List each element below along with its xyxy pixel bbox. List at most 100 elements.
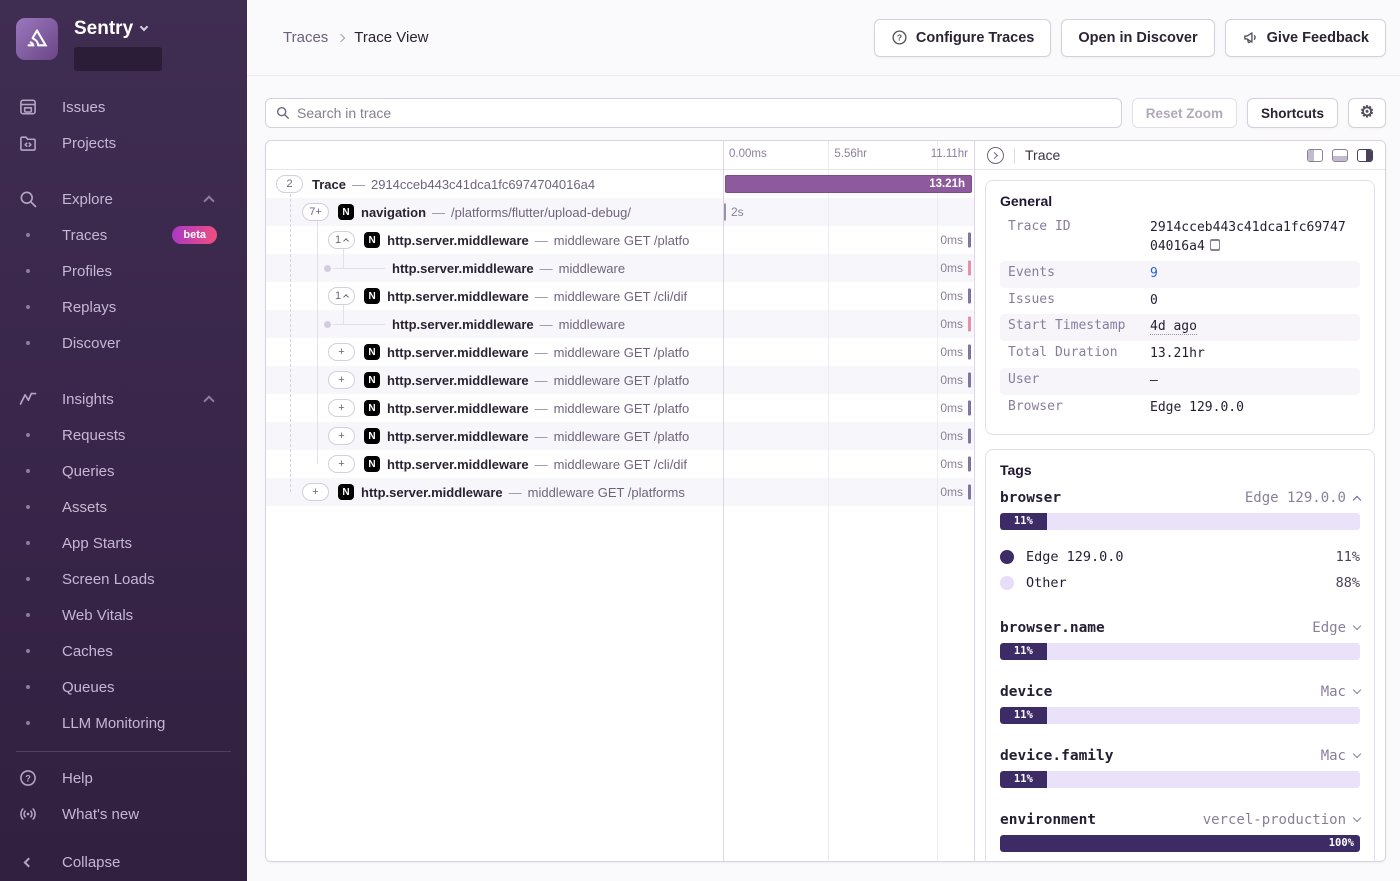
sidebar-group-explore[interactable]: Explore: [0, 181, 247, 217]
tag-distribution-bar[interactable]: 11%: [1000, 771, 1360, 788]
span-row[interactable]: 2Trace—2914cceb443c41dca1fc6974704016a41…: [266, 170, 974, 198]
shortcuts-button[interactable]: Shortcuts: [1247, 98, 1338, 128]
bullet-icon: [16, 685, 40, 689]
span-row[interactable]: 7+Nnavigation—/platforms/flutter/upload-…: [266, 198, 974, 226]
layout-bottom-icon[interactable]: [1332, 149, 1348, 162]
sidebar-item-issues[interactable]: Issues: [0, 89, 247, 125]
sidebar-item-requests[interactable]: Requests: [0, 417, 247, 453]
chevron-down-icon: [1353, 686, 1361, 694]
header-button-open-in-discover[interactable]: Open in Discover: [1061, 19, 1214, 57]
header-button-configure-traces[interactable]: ?Configure Traces: [874, 19, 1051, 57]
whats-new-icon: [16, 804, 40, 824]
sidebar-item-help[interactable]: ?Help: [0, 760, 247, 796]
span-expand-pill[interactable]: 1: [328, 231, 355, 249]
sidebar-item-queries[interactable]: Queries: [0, 453, 247, 489]
sidebar-item-screen-loads[interactable]: Screen Loads: [0, 561, 247, 597]
span-row[interactable]: +Nhttp.server.middleware—middleware GET …: [266, 338, 974, 366]
span-row[interactable]: +Nhttp.server.middleware—middleware GET …: [266, 422, 974, 450]
nextjs-icon: N: [364, 344, 380, 360]
span-row[interactable]: http.server.middleware—middleware0ms: [266, 310, 974, 338]
tag-value-dropdown[interactable]: Edge: [1312, 620, 1360, 636]
sidebar-item-web-vitals[interactable]: Web Vitals: [0, 597, 247, 633]
legend-row[interactable]: Other88%: [1000, 570, 1360, 596]
sidebar-item-llm-monitoring[interactable]: LLM Monitoring: [0, 705, 247, 741]
nextjs-icon: N: [364, 456, 380, 472]
span-description: middleware GET /cli/dif: [554, 457, 687, 472]
span-row[interactable]: +Nhttp.server.middleware—middleware GET …: [266, 366, 974, 394]
layout-left-icon[interactable]: [1307, 149, 1323, 162]
sidebar-item-app-starts[interactable]: App Starts: [0, 525, 247, 561]
sentry-logo-icon[interactable]: [16, 18, 58, 60]
general-row: Issues0: [1000, 288, 1360, 315]
span-start-tick: [724, 204, 726, 221]
sidebar-collapse-button[interactable]: Collapse: [0, 844, 247, 880]
tag-distribution-bar[interactable]: 100%: [1000, 835, 1360, 852]
tag-distribution-bar[interactable]: 11%: [1000, 643, 1360, 660]
tag-distribution-bar[interactable]: 11%: [1000, 707, 1360, 724]
span-op: navigation: [361, 205, 426, 220]
span-row[interactable]: +Nhttp.server.middleware—middleware GET …: [266, 450, 974, 478]
org-switcher[interactable]: Sentry: [74, 18, 162, 40]
details-title: Trace: [1025, 147, 1060, 163]
copy-icon[interactable]: [1210, 239, 1220, 251]
span-expand-pill[interactable]: 7+: [302, 203, 329, 221]
layout-right-icon[interactable]: [1357, 149, 1373, 162]
tag-value-dropdown[interactable]: Edge 129.0.0: [1245, 490, 1360, 506]
sidebar-item-caches[interactable]: Caches: [0, 633, 247, 669]
span-expand-pill[interactable]: 1: [328, 287, 355, 305]
span-description: /platforms/flutter/upload-debug/: [451, 205, 631, 220]
sidebar-item-what-s-new[interactable]: What's new: [0, 796, 247, 832]
sidebar-item-assets[interactable]: Assets: [0, 489, 247, 525]
sidebar-item-projects[interactable]: Projects: [0, 125, 247, 161]
general-value[interactable]: 9: [1150, 265, 1352, 284]
span-expand-pill[interactable]: +: [328, 455, 355, 473]
legend-percent: 88%: [1336, 575, 1360, 591]
span-expand-pill[interactable]: +: [328, 399, 355, 417]
span-duration-cell: 0ms: [723, 226, 974, 254]
sidebar-item-label: Screen Loads: [62, 571, 155, 588]
sidebar-item-profiles[interactable]: Profiles: [0, 253, 247, 289]
sidebar-group-insights[interactable]: Insights: [0, 381, 247, 417]
sidebar-item-traces[interactable]: Tracesbeta: [0, 217, 247, 253]
span-duration-cell: 2s: [723, 198, 974, 226]
breadcrumb-traces-link[interactable]: Traces: [283, 29, 328, 46]
span-expand-pill[interactable]: +: [302, 483, 329, 501]
header-button-give-feedback[interactable]: Give Feedback: [1225, 19, 1386, 57]
nextjs-icon: N: [364, 288, 380, 304]
span-duration-bar[interactable]: 13.21h: [725, 175, 972, 193]
span-op: http.server.middleware: [387, 233, 529, 248]
span-row-left: 2Trace—2914cceb443c41dca1fc6974704016a4: [266, 175, 723, 193]
duration-label: 0ms: [940, 401, 963, 415]
span-end-tick: [968, 429, 971, 444]
sidebar-item-replays[interactable]: Replays: [0, 289, 247, 325]
span-expand-pill[interactable]: +: [328, 427, 355, 445]
details-scroll-area[interactable]: General Trace ID2914cceb443c41dca1fc6974…: [975, 170, 1385, 861]
sidebar-item-queues[interactable]: Queues: [0, 669, 247, 705]
span-row-left: 1Nhttp.server.middleware—middleware GET …: [266, 287, 723, 305]
issues-icon: [16, 97, 40, 117]
nextjs-icon: N: [364, 428, 380, 444]
span-expand-pill[interactable]: +: [328, 371, 355, 389]
span-row-left: +Nhttp.server.middleware—middleware GET …: [266, 399, 723, 417]
span-row[interactable]: +Nhttp.server.middleware—middleware GET …: [266, 478, 974, 506]
span-expand-pill[interactable]: +: [328, 343, 355, 361]
tag-value-dropdown[interactable]: vercel-production: [1203, 812, 1360, 828]
sidebar-item-label: Caches: [62, 643, 113, 660]
settings-button[interactable]: ⚙: [1348, 98, 1386, 128]
span-row[interactable]: http.server.middleware—middleware0ms: [266, 254, 974, 282]
span-description: middleware GET /platforms: [528, 485, 685, 500]
span-expand-pill[interactable]: 2: [276, 175, 303, 193]
tag-value-dropdown[interactable]: Mac: [1321, 748, 1360, 764]
duration-label: 0ms: [940, 345, 963, 359]
tag-distribution-bar[interactable]: 11%: [1000, 513, 1360, 530]
collapse-panel-icon[interactable]: [987, 147, 1004, 164]
span-row[interactable]: 1Nhttp.server.middleware—middleware GET …: [266, 226, 974, 254]
trace-waterfall: 0.00ms 5.56hr 11.11hr 2Trace—2914cceb443…: [266, 141, 974, 861]
reset-zoom-button[interactable]: Reset Zoom: [1132, 98, 1237, 128]
tag-value-dropdown[interactable]: Mac: [1321, 684, 1360, 700]
span-row[interactable]: +Nhttp.server.middleware—middleware GET …: [266, 394, 974, 422]
search-input[interactable]: [297, 105, 1111, 121]
sidebar-item-discover[interactable]: Discover: [0, 325, 247, 361]
span-row[interactable]: 1Nhttp.server.middleware—middleware GET …: [266, 282, 974, 310]
legend-row[interactable]: Edge 129.0.011%: [1000, 544, 1360, 570]
